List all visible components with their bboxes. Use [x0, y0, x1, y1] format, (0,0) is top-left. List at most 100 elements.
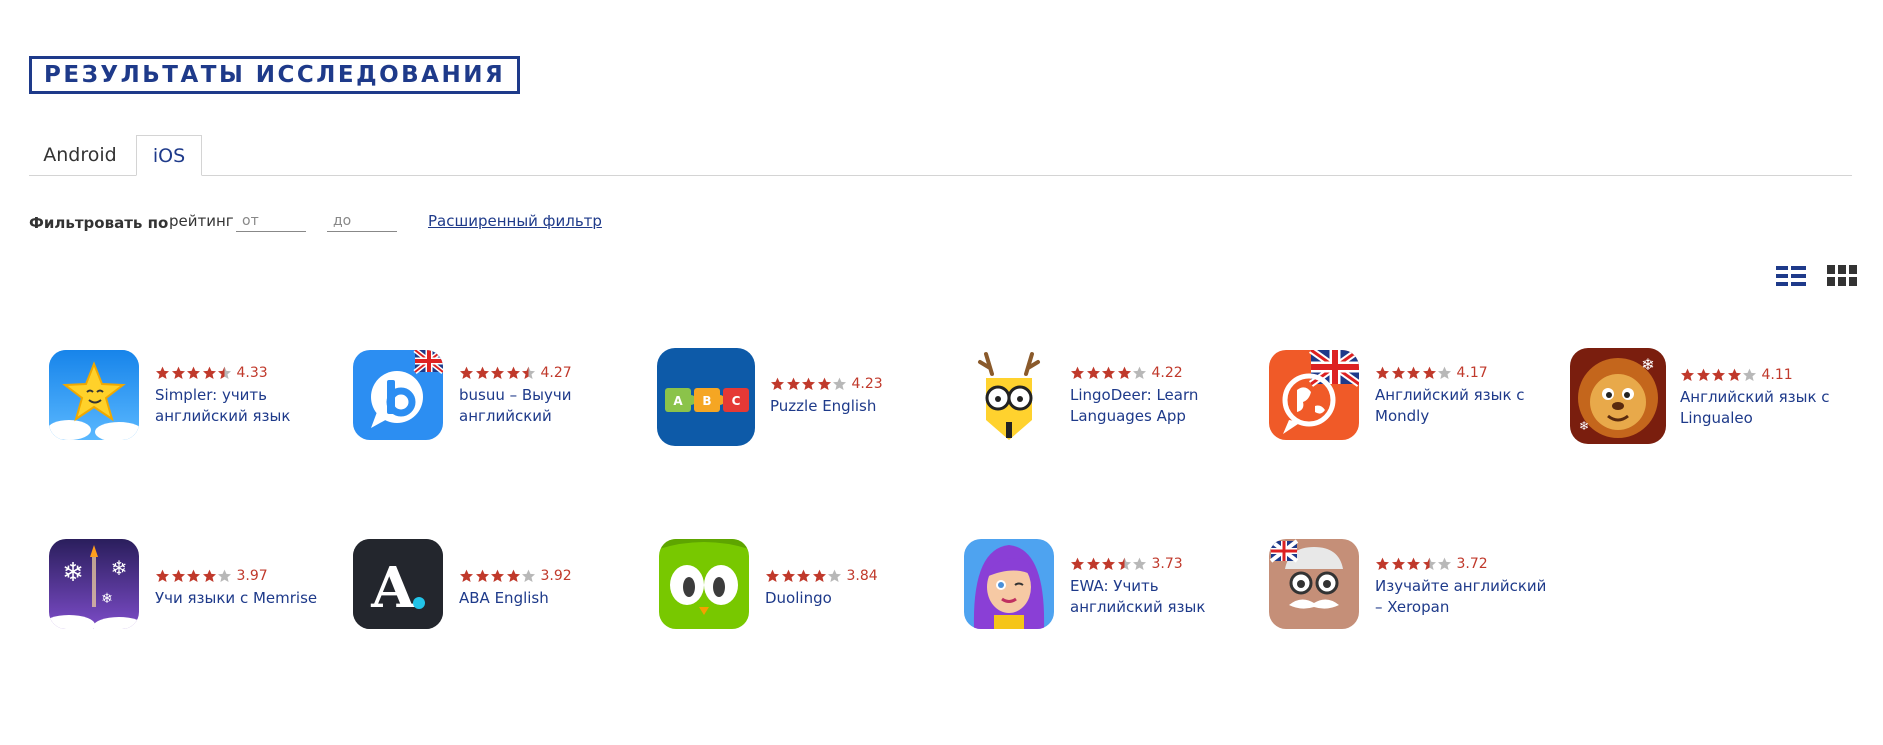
- star-icon: [202, 569, 216, 582]
- star-icon: [1376, 557, 1389, 570]
- app-card[interactable]: 3.72 Изучайте английский – Xeropan: [1269, 539, 1559, 639]
- rating-value: 4.27: [540, 365, 572, 381]
- rating-stars: [155, 366, 233, 380]
- star-icon: [460, 366, 473, 379]
- deer-glasses-icon: [964, 350, 1054, 440]
- tab-ios[interactable]: iOS: [136, 135, 202, 176]
- app-name[interactable]: busuu – Выучи английский: [459, 385, 639, 427]
- rating-stars: [459, 569, 537, 583]
- app-card[interactable]: 4.17 Английский язык с Mondly: [1269, 348, 1559, 448]
- star-icon: [833, 377, 846, 390]
- star-icon: [802, 377, 815, 390]
- advanced-filter-link[interactable]: Расширенный фильтр: [428, 212, 602, 230]
- rating-value: 4.17: [1456, 365, 1488, 381]
- app-name[interactable]: LingoDeer: Learn Languages App: [1070, 385, 1250, 427]
- snowflake-rocket-icon: ❄ ❄ ❄: [49, 539, 139, 629]
- star-icon: [1438, 557, 1451, 570]
- filter-field-label: рейтинг: [169, 212, 234, 230]
- rating-stars: [1375, 557, 1453, 571]
- star-icon: [1681, 368, 1694, 381]
- star-icon: [817, 377, 831, 390]
- star-icon: [1391, 366, 1405, 379]
- star-icon: [491, 366, 504, 379]
- rating-stars: [459, 366, 537, 380]
- app-card[interactable]: 3.84 Duolingo: [659, 539, 949, 639]
- svg-text:A: A: [370, 555, 416, 621]
- star-icon: [1407, 557, 1420, 570]
- rating-stars: [1070, 557, 1148, 571]
- star-icon: [522, 569, 535, 582]
- app-name[interactable]: Изучайте английский – Xeropan: [1375, 576, 1555, 618]
- app-card[interactable]: A B C 4.23 Puzzle English: [657, 348, 947, 448]
- page-title: РЕЗУЛЬТАТЫ ИССЛЕДОВАНИЯ: [44, 62, 506, 88]
- rating-value: 3.97: [236, 568, 268, 584]
- star-icon: [202, 366, 216, 379]
- star-icon: [1376, 366, 1389, 379]
- rating: 3.72: [1375, 555, 1488, 573]
- app-name[interactable]: Английский язык с Mondly: [1375, 385, 1555, 427]
- app-name[interactable]: Английский язык с Lingualeo: [1680, 387, 1860, 429]
- grid-view-icon[interactable]: [1827, 265, 1857, 287]
- rating-stars: [1070, 366, 1148, 380]
- app-name[interactable]: Simpler: учить английский язык: [155, 385, 335, 427]
- rating-value: 4.33: [236, 365, 268, 381]
- rating: 3.97: [155, 567, 268, 585]
- rating: 4.22: [1070, 364, 1183, 382]
- ewa-girl-icon: [964, 539, 1054, 629]
- star-icon: [771, 377, 784, 390]
- app-card[interactable]: 4.33 Simpler: учить английский язык: [49, 348, 339, 448]
- svg-text:❄: ❄: [1641, 357, 1654, 374]
- rating-stars: [770, 377, 848, 391]
- star-icon: [1133, 366, 1146, 379]
- star-icon: [1422, 557, 1436, 570]
- rating-value: 3.84: [846, 568, 878, 584]
- filter-label: Фильтровать по: [29, 214, 169, 232]
- professor-icon: [1269, 539, 1359, 629]
- app-card[interactable]: ❄ ❄ ❄ 3.97 Учи языки с Memrise: [49, 539, 339, 639]
- rating: 3.92: [459, 567, 572, 585]
- rating: 4.27: [459, 364, 572, 382]
- star-icon: [506, 366, 520, 379]
- app-card[interactable]: A 3.92 ABA English: [353, 539, 643, 639]
- rating-to-input[interactable]: [327, 210, 397, 232]
- star-icon: [1102, 557, 1115, 570]
- rating-value: 3.73: [1151, 556, 1183, 572]
- star-icon: [812, 569, 826, 582]
- rating-value: 3.92: [540, 568, 572, 584]
- star-icon: [218, 569, 231, 582]
- list-view-icon[interactable]: [1776, 266, 1806, 286]
- star-icon: [1071, 366, 1084, 379]
- star-icon: [1407, 366, 1420, 379]
- app-card[interactable]: 4.22 LingoDeer: Learn Languages App: [964, 348, 1254, 448]
- svg-text:B: B: [702, 394, 711, 408]
- app-name[interactable]: Duolingo: [765, 588, 945, 609]
- star-icon: [156, 366, 169, 379]
- abc-puzzle-icon: A B C: [657, 348, 755, 446]
- svg-text:C: C: [732, 394, 741, 408]
- rating-stars: [1375, 366, 1453, 380]
- svg-text:❄: ❄: [62, 557, 84, 587]
- star-icon: [460, 569, 473, 582]
- app-name[interactable]: ABA English: [459, 588, 639, 609]
- app-card[interactable]: ❄ ❄ 4.11 Английский язык с Lingualeo: [1570, 348, 1860, 448]
- tab-android[interactable]: Android: [29, 135, 131, 175]
- rating: 4.17: [1375, 364, 1488, 382]
- rating-stars: [765, 569, 843, 583]
- rating: 4.33: [155, 364, 268, 382]
- star-icon: [828, 569, 841, 582]
- rating-from-input[interactable]: [236, 210, 306, 232]
- app-card[interactable]: 4.27 busuu – Выучи английский: [353, 348, 643, 448]
- star-icon: [1696, 368, 1710, 381]
- star-icon: [171, 366, 185, 379]
- app-name[interactable]: EWA: Учить английский язык: [1070, 576, 1250, 618]
- app-card[interactable]: 3.73 EWA: Учить английский язык: [964, 539, 1254, 639]
- star-icon: [218, 366, 231, 379]
- app-name[interactable]: Учи языки с Memrise: [155, 588, 335, 609]
- star-icon: [786, 377, 800, 390]
- svg-text:❄: ❄: [101, 590, 113, 606]
- star-icon: [1712, 368, 1725, 381]
- star-icon: [1102, 366, 1115, 379]
- star-icon: [1391, 557, 1405, 570]
- star-icon: [1438, 366, 1451, 379]
- app-name[interactable]: Puzzle English: [770, 396, 950, 417]
